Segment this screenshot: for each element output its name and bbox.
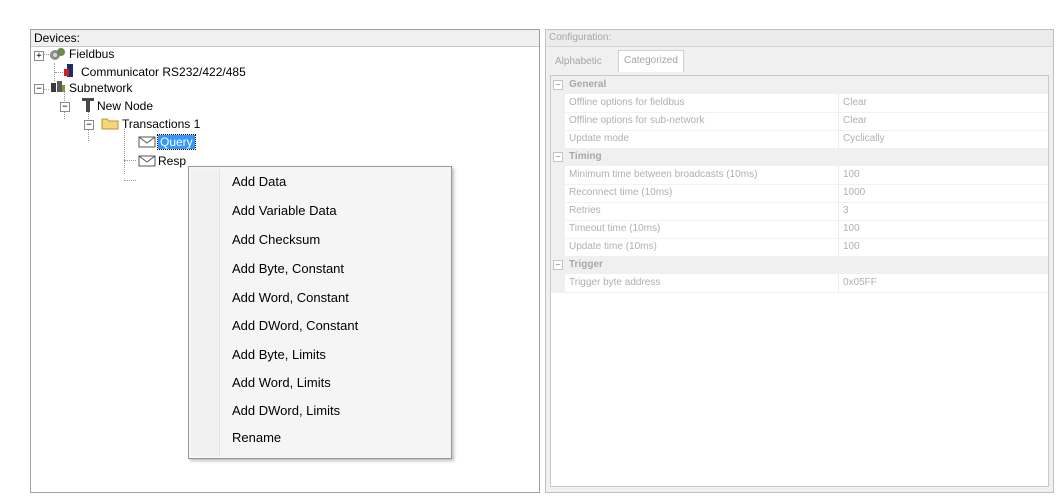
collapse-node-button[interactable]: − — [60, 102, 70, 112]
tree-item-new-node[interactable]: New Node — [97, 97, 153, 115]
tree-connector — [124, 129, 125, 174]
property-row[interactable]: Retries 3 — [551, 202, 1048, 221]
menu-item-add-word-constant[interactable]: Add Word, Constant — [232, 287, 349, 309]
property-row[interactable]: Update time (10ms) 100 — [551, 238, 1048, 257]
row-gutter — [551, 130, 565, 148]
property-row[interactable]: Trigger byte address 0x05FF — [551, 274, 1048, 293]
property-value[interactable]: 1000 — [838, 184, 1048, 202]
row-gutter — [551, 184, 565, 202]
menu-item-add-byte-constant[interactable]: Add Byte, Constant — [232, 258, 344, 280]
property-row[interactable]: Update mode Cyclically — [551, 130, 1048, 149]
collapse-timing-icon[interactable]: − — [553, 152, 563, 162]
envelope-icon — [138, 155, 156, 167]
node-icon — [82, 98, 94, 112]
tree-item-subnetwork[interactable]: Subnetwork — [69, 79, 132, 97]
property-key: Retries — [569, 205, 601, 216]
property-row[interactable]: Offline options for sub-network Clear — [551, 112, 1048, 131]
property-value[interactable]: 100 — [838, 220, 1048, 238]
category-trigger[interactable]: − Trigger — [551, 256, 1048, 274]
tree-item-fieldbus[interactable]: Fieldbus — [69, 45, 114, 63]
configuration-panel: Configuration: Alphabetic Categorized − … — [545, 29, 1054, 493]
menu-item-rename[interactable]: Rename — [232, 427, 281, 449]
collapse-trigger-icon[interactable]: − — [553, 260, 563, 270]
property-value[interactable]: 100 — [838, 238, 1048, 256]
menu-item-add-byte-limits[interactable]: Add Byte, Limits — [232, 344, 326, 366]
subnetwork-icon — [51, 81, 65, 92]
menu-icon-stripe — [191, 169, 220, 456]
row-gutter — [551, 202, 565, 220]
property-key: Update time (10ms) — [569, 241, 657, 252]
category-timing[interactable]: − Timing — [551, 148, 1048, 166]
menu-item-add-variable-data[interactable]: Add Variable Data — [232, 200, 337, 222]
property-key: Trigger byte address — [569, 277, 661, 288]
tree-item-transactions[interactable]: Transactions 1 — [122, 115, 200, 133]
fieldbus-icon — [50, 48, 65, 60]
property-row[interactable]: Reconnect time (10ms) 1000 — [551, 184, 1048, 203]
menu-item-add-dword-constant[interactable]: Add DWord, Constant — [232, 315, 358, 337]
menu-item-add-checksum[interactable]: Add Checksum — [232, 229, 320, 251]
collapse-transactions-button[interactable]: − — [84, 120, 94, 130]
collapse-general-icon[interactable]: − — [553, 80, 563, 90]
row-gutter — [551, 112, 565, 130]
tree-connector — [124, 160, 136, 161]
property-key: Timeout time (10ms) — [569, 223, 661, 234]
configuration-header: Configuration: — [546, 30, 1053, 47]
property-key: Minimum time between broadcasts (10ms) — [569, 169, 758, 180]
row-gutter — [551, 166, 565, 184]
category-label: Trigger — [569, 259, 603, 270]
tab-categorized[interactable]: Categorized — [618, 50, 684, 72]
context-menu: Add Data Add Variable Data Add Checksum … — [188, 166, 452, 459]
category-label: General — [569, 79, 607, 90]
app-window: Devices: + Fieldbus Communicator RS232/4… — [0, 0, 1061, 501]
property-key: Offline options for sub-network — [569, 115, 705, 126]
folder-icon — [101, 118, 119, 130]
tree-item-query[interactable]: Query — [157, 133, 196, 151]
property-value[interactable]: 0x05FF — [838, 274, 1048, 292]
tree-item-query-label: Query — [157, 134, 196, 150]
expand-fieldbus-button[interactable]: + — [34, 51, 44, 61]
property-row[interactable]: Timeout time (10ms) 100 — [551, 220, 1048, 239]
communicator-icon — [64, 64, 73, 77]
property-key: Update mode — [569, 133, 630, 144]
property-key: Reconnect time (10ms) — [569, 187, 673, 198]
property-value[interactable]: 3 — [838, 202, 1048, 220]
row-gutter — [551, 238, 565, 256]
property-value[interactable]: Clear — [838, 112, 1048, 130]
row-gutter — [551, 274, 565, 292]
property-row[interactable]: Offline options for fieldbus Clear — [551, 94, 1048, 113]
tree-item-response[interactable]: Resp — [158, 152, 186, 170]
row-gutter — [551, 220, 565, 238]
tab-alphabetic[interactable]: Alphabetic — [550, 52, 607, 71]
category-label: Timing — [569, 151, 602, 162]
row-gutter — [551, 94, 565, 112]
property-value[interactable]: Cyclically — [838, 130, 1048, 148]
property-value[interactable]: 100 — [838, 166, 1048, 184]
menu-item-add-word-limits[interactable]: Add Word, Limits — [232, 372, 331, 394]
property-key: Offline options for fieldbus — [569, 97, 685, 108]
property-row[interactable]: Minimum time between broadcasts (10ms) 1… — [551, 166, 1048, 185]
tree-connector — [124, 180, 136, 181]
property-grid: − General Offline options for fieldbus C… — [550, 75, 1049, 487]
menu-item-add-dword-limits[interactable]: Add DWord, Limits — [232, 400, 340, 422]
category-general[interactable]: − General — [551, 76, 1048, 94]
collapse-subnetwork-button[interactable]: − — [34, 84, 44, 94]
property-value[interactable]: Clear — [838, 94, 1048, 112]
envelope-icon — [138, 136, 156, 148]
menu-item-add-data[interactable]: Add Data — [232, 171, 286, 193]
